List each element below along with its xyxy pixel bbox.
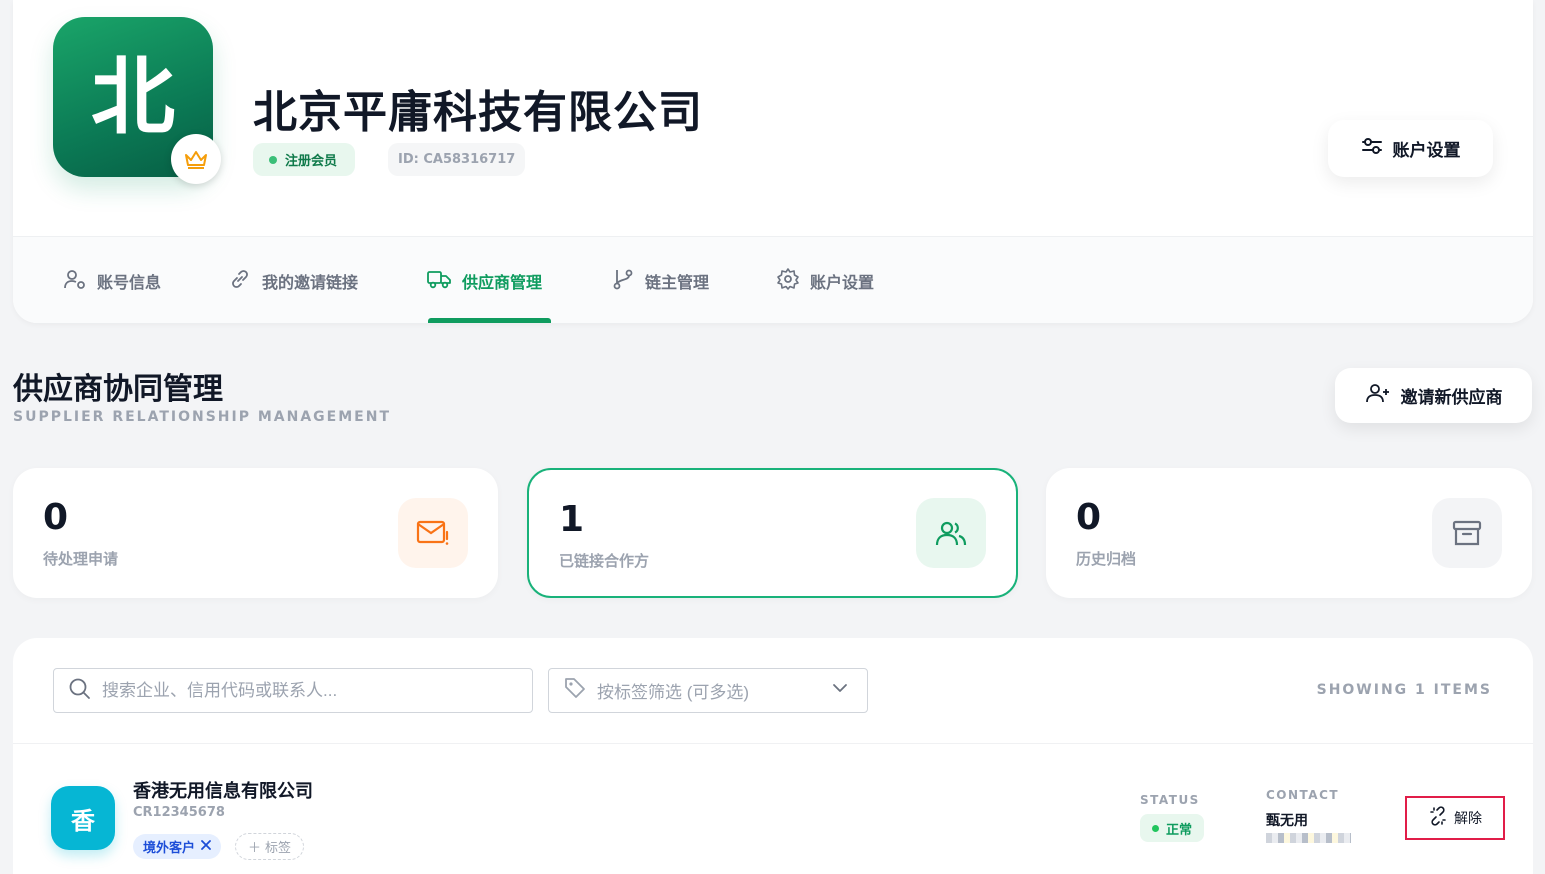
gear-icon (776, 267, 800, 295)
account-settings-label: 账户设置 (1392, 141, 1461, 161)
tab-chain-management[interactable]: 链主管理 (611, 267, 709, 295)
stat-value: 0 (1076, 497, 1102, 538)
link-icon (228, 267, 252, 295)
tab-supplier-management[interactable]: 供应商管理 (426, 267, 542, 295)
user-plus-icon (1365, 381, 1391, 410)
stat-value: 1 (559, 499, 585, 540)
tag-filter-select[interactable]: 按标签筛选 (可多选) (548, 668, 868, 713)
tab-account-info[interactable]: 账号信息 (63, 267, 161, 295)
chevron-down-icon (831, 679, 849, 702)
stat-label: 已链接合作方 (559, 552, 650, 570)
tab-account-settings[interactable]: 账户设置 (776, 267, 874, 295)
plus-icon: ＋ (248, 841, 262, 856)
section-subtitle: SUPPLIER RELATIONSHIP MANAGEMENT (13, 409, 391, 425)
search-icon (68, 677, 92, 705)
unlink-button[interactable]: 解除 (1405, 796, 1505, 840)
tab-label: 我的邀请链接 (262, 273, 359, 292)
add-tag-label: 标签 (265, 841, 292, 856)
invite-supplier-label: 邀请新供应商 (1400, 388, 1503, 408)
list-divider (13, 743, 1533, 744)
tab-label: 供应商管理 (462, 273, 543, 292)
search-input[interactable] (102, 680, 502, 701)
profile-tabs: 账号信息 我的邀请链接 供应商管理 链主管理 账户设置 (13, 237, 1533, 323)
mail-alert-icon (398, 498, 468, 568)
stat-card-archive[interactable]: 0 历史归档 (1046, 468, 1532, 598)
tab-label: 账户设置 (810, 273, 875, 292)
status-column-label: STATUS (1140, 793, 1200, 807)
company-name: 北京平庸科技有限公司 (253, 87, 703, 138)
showing-count: SHOWING 1 ITEMS (1316, 682, 1492, 698)
stat-label: 待处理申请 (43, 550, 119, 568)
supplier-tag-chip: 境外客户 (133, 834, 222, 859)
truck-icon (426, 267, 452, 295)
sliders-icon (1361, 136, 1383, 161)
section-title: 供应商协同管理 (13, 372, 223, 407)
stat-card-linked[interactable]: 1 已链接合作方 (527, 468, 1018, 598)
users-icon (916, 498, 986, 568)
stat-card-pending[interactable]: 0 待处理申请 (13, 468, 498, 598)
account-settings-button[interactable]: 账户设置 (1328, 120, 1493, 177)
active-tab-indicator (428, 318, 551, 323)
status-dot (1152, 824, 1159, 832)
contact-name: 甄无用 (1266, 813, 1308, 829)
branch-icon (611, 267, 635, 295)
tab-label: 账号信息 (97, 273, 162, 292)
unlink-label: 解除 (1454, 811, 1482, 827)
user-gear-icon (63, 267, 87, 295)
profile-header-top: 北 北京平庸科技有限公司 注册会员 ID: CA58316717 账户设置 (13, 0, 1533, 237)
supplier-name[interactable]: 香港无用信息有限公司 (133, 777, 313, 803)
company-id-badge: ID: CA58316717 (388, 143, 526, 176)
supplier-list-card: 按标签筛选 (可多选) SHOWING 1 ITEMS 香 香港无用信息有限公司… (13, 638, 1533, 874)
invite-supplier-button[interactable]: 邀请新供应商 (1335, 368, 1532, 423)
tag-filter-placeholder: 按标签筛选 (可多选) (597, 683, 750, 702)
search-field[interactable] (53, 668, 533, 713)
supplier-credit-code: CR12345678 (133, 805, 225, 820)
member-badge-label: 注册会员 (285, 154, 338, 169)
add-tag-button[interactable]: ＋ 标签 (235, 833, 305, 860)
contact-phone-redacted (1266, 833, 1351, 843)
supplier-avatar: 香 (51, 786, 115, 850)
remove-tag-icon[interactable] (201, 839, 211, 854)
member-badge: 注册会员 (253, 143, 356, 176)
stat-label: 历史归档 (1076, 550, 1137, 568)
tab-label: 链主管理 (645, 273, 710, 292)
member-status-dot (269, 155, 277, 164)
unlink-icon (1428, 806, 1448, 830)
tag-icon (563, 676, 587, 705)
tag-chip-label: 境外客户 (143, 841, 196, 856)
archive-icon (1432, 498, 1502, 568)
stat-value: 0 (43, 497, 69, 538)
company-avatar-char: 北 (90, 48, 175, 146)
profile-header-card: 北 北京平庸科技有限公司 注册会员 ID: CA58316717 账户设置 账号… (13, 0, 1533, 323)
tab-invite-link[interactable]: 我的邀请链接 (228, 267, 358, 295)
status-badge: 正常 (1140, 814, 1205, 842)
crown-icon (171, 134, 221, 184)
contact-column-label: CONTACT (1266, 788, 1340, 802)
status-text: 正常 (1166, 822, 1193, 838)
